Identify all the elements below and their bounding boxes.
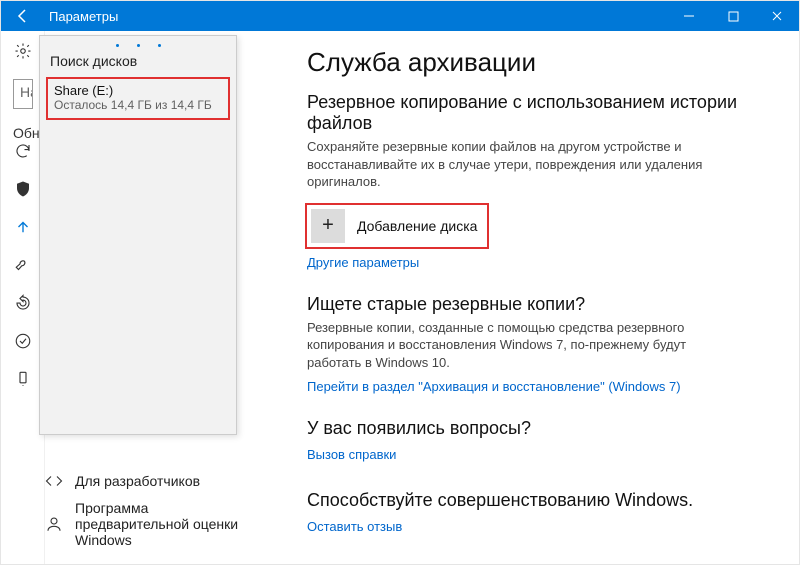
backup-icon[interactable] <box>13 217 33 237</box>
minimize-button[interactable] <box>667 1 711 31</box>
nav-item-label: Для разработчиков <box>75 473 200 489</box>
sync-icon[interactable] <box>13 141 33 161</box>
section-feedback-title: Способствуйте совершенствованию Windows. <box>307 490 773 511</box>
bottom-nav: Для разработчиков Программа предваритель… <box>45 472 245 548</box>
section-file-history-title: Резервное копирование с использованием и… <box>307 92 773 134</box>
close-button[interactable] <box>755 1 799 31</box>
plus-icon[interactable]: + <box>311 209 345 243</box>
title-bar: Параметры <box>1 1 799 31</box>
section-old-backups-desc: Резервные копии, созданные с помощью сре… <box>307 319 727 372</box>
drive-picker-heading: Поиск дисков <box>40 51 236 77</box>
drive-free-space: Осталось 14,4 ГБ из 14,4 ГБ <box>54 98 222 112</box>
help-link[interactable]: Вызов справки <box>307 447 396 462</box>
page-title: Служба архивации <box>307 47 773 78</box>
nav-item-developers[interactable]: Для разработчиков <box>45 472 245 490</box>
loading-dots-icon <box>40 36 236 51</box>
add-drive-row[interactable]: + Добавление диска <box>307 205 487 247</box>
recovery-icon[interactable] <box>13 293 33 313</box>
main-content: Служба архивации Резервное копирование с… <box>299 31 799 564</box>
nav-item-label: Программа предварительной оценки Windows <box>75 500 245 548</box>
maximize-button[interactable] <box>711 1 755 31</box>
troubleshoot-icon[interactable] <box>13 255 33 275</box>
activation-icon[interactable] <box>13 331 33 351</box>
more-options-link[interactable]: Другие параметры <box>307 255 419 270</box>
nav-item-truncated[interactable]: Обн <box>13 125 41 141</box>
feedback-link[interactable]: Оставить отзыв <box>307 519 402 534</box>
shield-icon[interactable] <box>13 179 33 199</box>
drive-name: Share (E:) <box>54 83 222 98</box>
section-questions-title: У вас появились вопросы? <box>307 418 773 439</box>
drive-option[interactable]: Share (E:) Осталось 14,4 ГБ из 14,4 ГБ <box>48 79 228 118</box>
developer-icon <box>45 472 63 490</box>
window-title: Параметры <box>45 9 667 24</box>
drive-picker-panel: Поиск дисков Share (E:) Осталось 14,4 ГБ… <box>39 35 237 435</box>
find-device-icon[interactable] <box>13 369 33 389</box>
back-button[interactable] <box>1 1 45 31</box>
section-file-history-desc: Сохраняйте резервные копии файлов на дру… <box>307 138 727 191</box>
add-drive-label: Добавление диска <box>357 218 477 234</box>
insider-icon <box>45 515 63 533</box>
windows7-backup-link[interactable]: Перейти в раздел "Архивация и восстановл… <box>307 379 681 394</box>
search-input[interactable]: На <box>13 79 33 109</box>
section-old-backups-title: Ищете старые резервные копии? <box>307 294 773 315</box>
gear-icon[interactable] <box>13 41 33 61</box>
nav-item-insider[interactable]: Программа предварительной оценки Windows <box>45 500 245 548</box>
